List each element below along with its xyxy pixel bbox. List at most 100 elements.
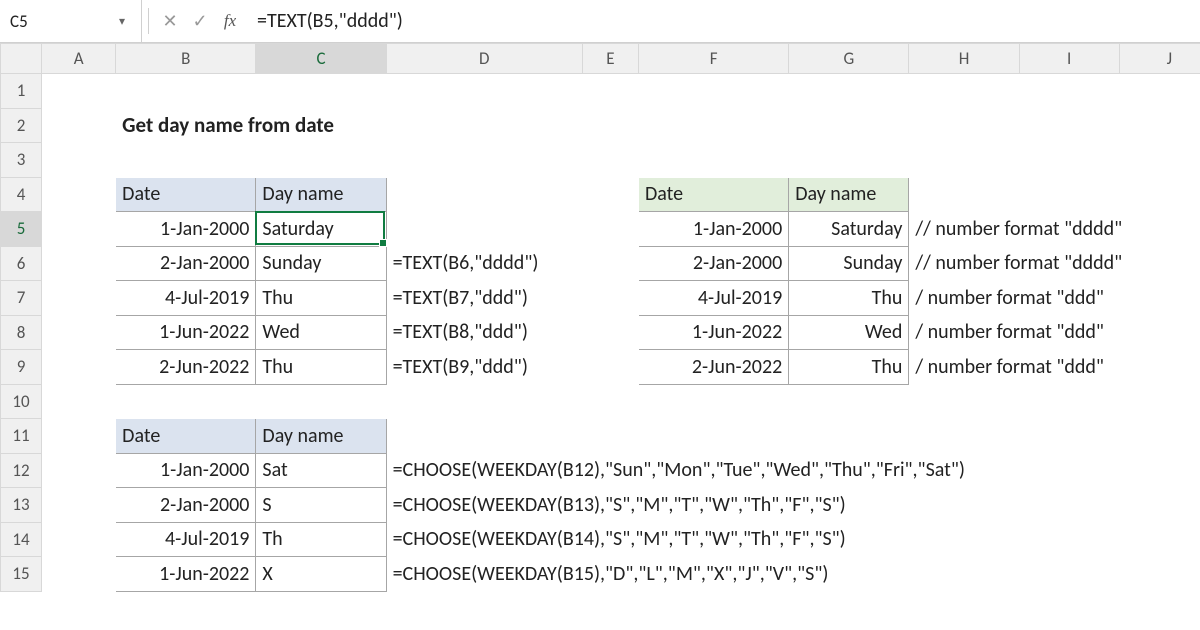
cell-D7[interactable]: =TEXT(B7,"ddd") bbox=[386, 281, 582, 316]
cell[interactable] bbox=[42, 74, 1200, 109]
cell-B15[interactable]: 1-Jun-2022 bbox=[116, 557, 256, 592]
cell-B9[interactable]: 2-Jun-2022 bbox=[116, 350, 256, 385]
cell-H7-note[interactable]: / number format "ddd" bbox=[909, 281, 1200, 316]
cell-B6[interactable]: 2-Jan-2000 bbox=[116, 246, 256, 281]
cell-H5-note[interactable]: // number format "dddd" bbox=[909, 212, 1200, 247]
cell-D14[interactable]: =CHOOSE(WEEKDAY(B14),"S","M","T","W","Th… bbox=[386, 522, 1200, 557]
cell[interactable] bbox=[42, 143, 1200, 178]
cell[interactable] bbox=[582, 350, 638, 385]
cell-F9[interactable]: 2-Jun-2022 bbox=[638, 350, 788, 385]
spreadsheet-grid[interactable]: A B C D E F G H I J 1 2 Get day name fro… bbox=[0, 43, 1200, 592]
cell-C7[interactable]: Thu bbox=[256, 281, 386, 316]
row-header-10[interactable]: 10 bbox=[1, 384, 42, 419]
col-header-A[interactable]: A bbox=[42, 44, 116, 74]
formula-input[interactable]: =TEXT(B5,"dddd") bbox=[245, 9, 1200, 33]
cell[interactable] bbox=[42, 419, 116, 454]
cell[interactable] bbox=[42, 557, 116, 592]
name-box[interactable]: C5 ▾ bbox=[0, 0, 142, 42]
cell-C14[interactable]: Th bbox=[256, 522, 386, 557]
cell-B8[interactable]: 1-Jun-2022 bbox=[116, 315, 256, 350]
row-header-5[interactable]: 5 bbox=[1, 212, 42, 247]
table2-header-date[interactable]: Date bbox=[638, 177, 788, 212]
cell[interactable] bbox=[42, 212, 116, 247]
cell-C15[interactable]: X bbox=[256, 557, 386, 592]
enter-icon[interactable]: ✓ bbox=[185, 10, 215, 32]
cell-C8[interactable]: Wed bbox=[256, 315, 386, 350]
table3-header-dayname[interactable]: Day name bbox=[256, 419, 386, 454]
cell[interactable] bbox=[42, 281, 116, 316]
cell[interactable] bbox=[582, 281, 638, 316]
table2-header-dayname[interactable]: Day name bbox=[789, 177, 909, 212]
col-header-D[interactable]: D bbox=[386, 44, 582, 74]
cell-B14[interactable]: 4-Jul-2019 bbox=[116, 522, 256, 557]
cell[interactable] bbox=[42, 108, 116, 143]
cell-G6[interactable]: Sunday bbox=[789, 246, 909, 281]
cell[interactable] bbox=[42, 384, 1200, 419]
cell-H6-note[interactable]: // number format "dddd" bbox=[909, 246, 1200, 281]
cancel-icon[interactable]: ✕ bbox=[155, 10, 185, 32]
cell[interactable] bbox=[42, 350, 116, 385]
cell-H9-note[interactable]: / number format "ddd" bbox=[909, 350, 1200, 385]
cell[interactable] bbox=[582, 315, 638, 350]
cell-H8-note[interactable]: / number format "ddd" bbox=[909, 315, 1200, 350]
cell-B5[interactable]: 1-Jan-2000 bbox=[116, 212, 256, 247]
cell-C5-active[interactable]: Saturday bbox=[256, 212, 386, 247]
cell-C9[interactable]: Thu bbox=[256, 350, 386, 385]
table3-header-date[interactable]: Date bbox=[116, 419, 256, 454]
cell-F6[interactable]: 2-Jan-2000 bbox=[638, 246, 788, 281]
cell[interactable] bbox=[386, 419, 1200, 454]
cell[interactable] bbox=[42, 177, 116, 212]
col-header-J[interactable]: J bbox=[1119, 44, 1200, 74]
cell-D13[interactable]: =CHOOSE(WEEKDAY(B13),"S","M","T","W","Th… bbox=[386, 488, 1200, 523]
col-header-C[interactable]: C bbox=[256, 44, 386, 74]
table1-header-date[interactable]: Date bbox=[116, 177, 256, 212]
chevron-down-icon[interactable]: ▾ bbox=[113, 14, 131, 29]
cell-B13[interactable]: 2-Jan-2000 bbox=[116, 488, 256, 523]
cell-C12[interactable]: Sat bbox=[256, 453, 386, 488]
row-header-1[interactable]: 1 bbox=[1, 74, 42, 109]
cell-B12[interactable]: 1-Jan-2000 bbox=[116, 453, 256, 488]
cell[interactable] bbox=[582, 212, 638, 247]
row-header-12[interactable]: 12 bbox=[1, 453, 42, 488]
cell-G9[interactable]: Thu bbox=[789, 350, 909, 385]
col-header-B[interactable]: B bbox=[116, 44, 256, 74]
cell-D15[interactable]: =CHOOSE(WEEKDAY(B15),"D","L","M","X","J"… bbox=[386, 557, 1200, 592]
cell-D9[interactable]: =TEXT(B9,"ddd") bbox=[386, 350, 582, 385]
cell[interactable] bbox=[42, 453, 116, 488]
cell-F8[interactable]: 1-Jun-2022 bbox=[638, 315, 788, 350]
cell-D8[interactable]: =TEXT(B8,"ddd") bbox=[386, 315, 582, 350]
row-header-8[interactable]: 8 bbox=[1, 315, 42, 350]
cell-G7[interactable]: Thu bbox=[789, 281, 909, 316]
page-title[interactable]: Get day name from date bbox=[116, 108, 256, 143]
cell[interactable] bbox=[42, 315, 116, 350]
col-header-F[interactable]: F bbox=[638, 44, 788, 74]
row-header-6[interactable]: 6 bbox=[1, 246, 42, 281]
col-header-H[interactable]: H bbox=[909, 44, 1019, 74]
cell[interactable] bbox=[582, 246, 638, 281]
fx-icon[interactable]: fx bbox=[215, 11, 245, 31]
cell-C6[interactable]: Sunday bbox=[256, 246, 386, 281]
cell[interactable] bbox=[42, 488, 116, 523]
cell-B7[interactable]: 4-Jul-2019 bbox=[116, 281, 256, 316]
row-header-11[interactable]: 11 bbox=[1, 419, 42, 454]
cell-C13[interactable]: S bbox=[256, 488, 386, 523]
cell-D12[interactable]: =CHOOSE(WEEKDAY(B12),"Sun","Mon","Tue","… bbox=[386, 453, 1200, 488]
cell-F5[interactable]: 1-Jan-2000 bbox=[638, 212, 788, 247]
row-header-15[interactable]: 15 bbox=[1, 557, 42, 592]
cell[interactable] bbox=[256, 108, 1200, 143]
cell-F7[interactable]: 4-Jul-2019 bbox=[638, 281, 788, 316]
cell-D6[interactable]: =TEXT(B6,"dddd") bbox=[386, 246, 582, 281]
col-header-E[interactable]: E bbox=[582, 44, 638, 74]
cell-G8[interactable]: Wed bbox=[789, 315, 909, 350]
row-header-7[interactable]: 7 bbox=[1, 281, 42, 316]
select-all-corner[interactable] bbox=[1, 44, 42, 74]
col-header-I[interactable]: I bbox=[1019, 44, 1119, 74]
table1-header-dayname[interactable]: Day name bbox=[256, 177, 386, 212]
row-header-2[interactable]: 2 bbox=[1, 108, 42, 143]
cell-G5[interactable]: Saturday bbox=[789, 212, 909, 247]
cell[interactable] bbox=[42, 246, 116, 281]
row-header-13[interactable]: 13 bbox=[1, 488, 42, 523]
cell[interactable] bbox=[582, 177, 638, 212]
row-header-14[interactable]: 14 bbox=[1, 522, 42, 557]
cell[interactable] bbox=[42, 522, 116, 557]
